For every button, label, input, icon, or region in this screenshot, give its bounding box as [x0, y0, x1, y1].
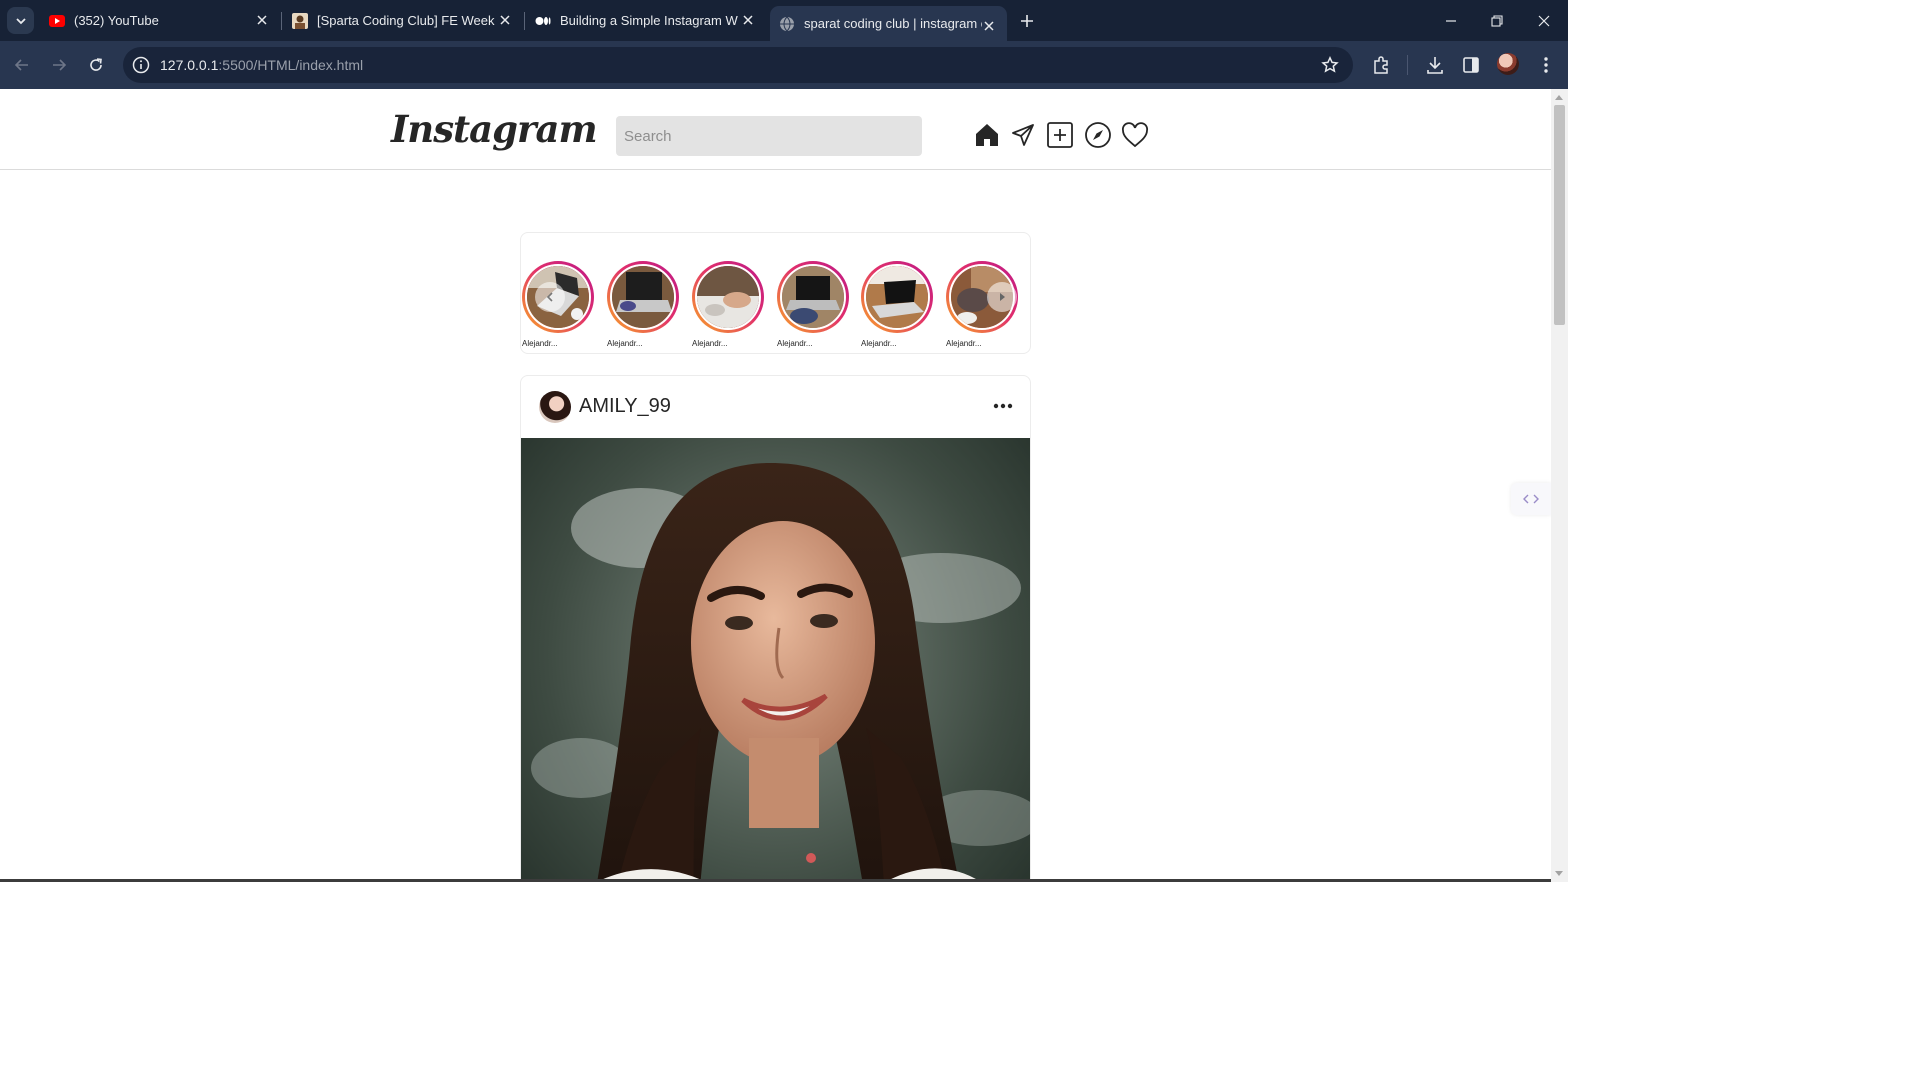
story-item[interactable]: Alejandr... [861, 261, 933, 348]
story-thumbnail [864, 264, 930, 330]
site-info-icon[interactable] [132, 56, 150, 74]
story-username: Alejandr... [777, 339, 813, 348]
chevron-down-icon [15, 17, 26, 24]
url-path: :5500/HTML/index.html [218, 57, 364, 73]
browser-toolbar: 127.0.0.1:5500/HTML/index.html [0, 41, 1568, 89]
side-panel-button[interactable] [1460, 54, 1482, 76]
instagram-logo[interactable]: Instagram [391, 107, 598, 151]
new-post-icon [1047, 122, 1073, 148]
explore-icon [1085, 122, 1111, 148]
page-viewport: Instagram Alejandr... [0, 89, 1551, 882]
window-bottom-edge [0, 879, 1551, 882]
tab-sparta-instagram[interactable]: sparat coding club | instagram c [770, 6, 1007, 41]
url-host: 127.0.0.1 [160, 57, 219, 73]
profile-avatar[interactable] [1497, 53, 1519, 75]
avatar[interactable] [539, 391, 571, 423]
address-bar[interactable]: 127.0.0.1:5500/HTML/index.html [123, 47, 1353, 83]
heart-icon [1122, 122, 1148, 148]
new-post-button[interactable] [1046, 121, 1074, 149]
story-thumbnail [695, 264, 761, 330]
story-item[interactable]: Alejandr... [777, 261, 849, 348]
tab-title: (352) YouTube [74, 13, 159, 28]
new-tab-button[interactable] [1017, 11, 1037, 31]
post-username[interactable]: AMILY_99 [579, 395, 671, 418]
plus-icon [1021, 15, 1033, 27]
chevron-left-icon [546, 292, 553, 302]
story-thumbnail [780, 264, 846, 330]
portrait-photo [521, 438, 1030, 882]
more-horizontal-icon [993, 403, 1013, 409]
restore-button[interactable] [1486, 10, 1508, 32]
feed-post: AMILY_99 [520, 375, 1031, 882]
globe-icon [780, 16, 794, 31]
side-panel-icon [1463, 57, 1479, 73]
story-username: Alejandr... [607, 339, 643, 348]
tab-close-icon[interactable] [497, 12, 513, 28]
close-window-button[interactable] [1533, 10, 1555, 32]
arrow-right-icon [53, 59, 67, 71]
tab-title: [Sparta Coding Club] FE Week 3 [317, 13, 495, 28]
scroll-down-arrow-icon[interactable] [1555, 871, 1563, 876]
story-item[interactable]: Alejandr... [692, 261, 764, 348]
instagram-header: Instagram [0, 89, 1551, 170]
activity-button[interactable] [1121, 121, 1149, 149]
story-username: Alejandr... [522, 339, 558, 348]
dev-tools-widget[interactable] [1511, 483, 1551, 515]
search-input[interactable] [616, 116, 922, 156]
minimize-icon [1446, 20, 1456, 22]
post-options-button[interactable] [989, 396, 1017, 416]
reload-button[interactable] [83, 52, 109, 78]
story-thumbnail [610, 264, 676, 330]
scroll-up-arrow-icon[interactable] [1555, 95, 1563, 100]
extensions-button[interactable] [1370, 54, 1392, 76]
tab-title: Building a Simple Instagram We [560, 13, 738, 28]
tab-close-icon[interactable] [981, 18, 997, 34]
story-item[interactable]: Alejandr... [607, 261, 679, 348]
more-vertical-icon [1544, 57, 1548, 73]
direct-message-button[interactable] [1009, 121, 1037, 149]
back-button[interactable] [9, 52, 35, 78]
download-icon [1427, 57, 1443, 74]
downloads-button[interactable] [1424, 54, 1446, 76]
sparta-avatar-icon [292, 12, 308, 29]
tab-close-icon[interactable] [740, 12, 756, 28]
bookmark-star-icon[interactable] [1321, 56, 1339, 74]
code-icon [1523, 494, 1539, 504]
browser-menu-button[interactable] [1535, 54, 1557, 76]
home-button[interactable] [973, 121, 1001, 149]
story-username: Alejandr... [861, 339, 897, 348]
home-icon [976, 124, 998, 146]
post-image[interactable] [521, 438, 1030, 882]
send-icon [1012, 124, 1034, 146]
tab-title: sparat coding club | instagram c [804, 16, 982, 31]
stories-bar: Alejandr... Alejandr... Alejandr... Alej… [520, 232, 1031, 354]
stories-next-button[interactable] [987, 282, 1017, 312]
minimize-button[interactable] [1440, 10, 1462, 32]
reload-icon [90, 58, 102, 71]
tab-youtube[interactable]: (352) YouTube [40, 0, 280, 41]
tab-search-button[interactable] [7, 7, 34, 34]
stories-previous-button[interactable] [535, 282, 565, 312]
address-url: 127.0.0.1:5500/HTML/index.html [160, 57, 363, 73]
youtube-icon [49, 14, 65, 27]
restore-icon [1491, 15, 1503, 27]
tab-close-icon[interactable] [254, 12, 270, 28]
play-arrow-icon [1000, 293, 1005, 301]
explore-button[interactable] [1084, 121, 1112, 149]
forward-button[interactable] [46, 52, 72, 78]
tab-sparta-coding-club[interactable]: [Sparta Coding Club] FE Week 3 [283, 0, 523, 41]
page-scrollbar[interactable] [1551, 89, 1568, 882]
puzzle-icon [1374, 56, 1388, 74]
scroll-thumb[interactable] [1554, 105, 1565, 325]
medium-icon [535, 16, 551, 25]
tab-building-instagram[interactable]: Building a Simple Instagram We [526, 0, 766, 41]
arrow-left-icon [14, 59, 28, 71]
close-icon [1538, 15, 1550, 27]
story-username: Alejandr... [692, 339, 728, 348]
story-username: Alejandr... [946, 339, 982, 348]
browser-tab-bar: (352) YouTube [Sparta Coding Club] FE We… [0, 0, 1568, 41]
